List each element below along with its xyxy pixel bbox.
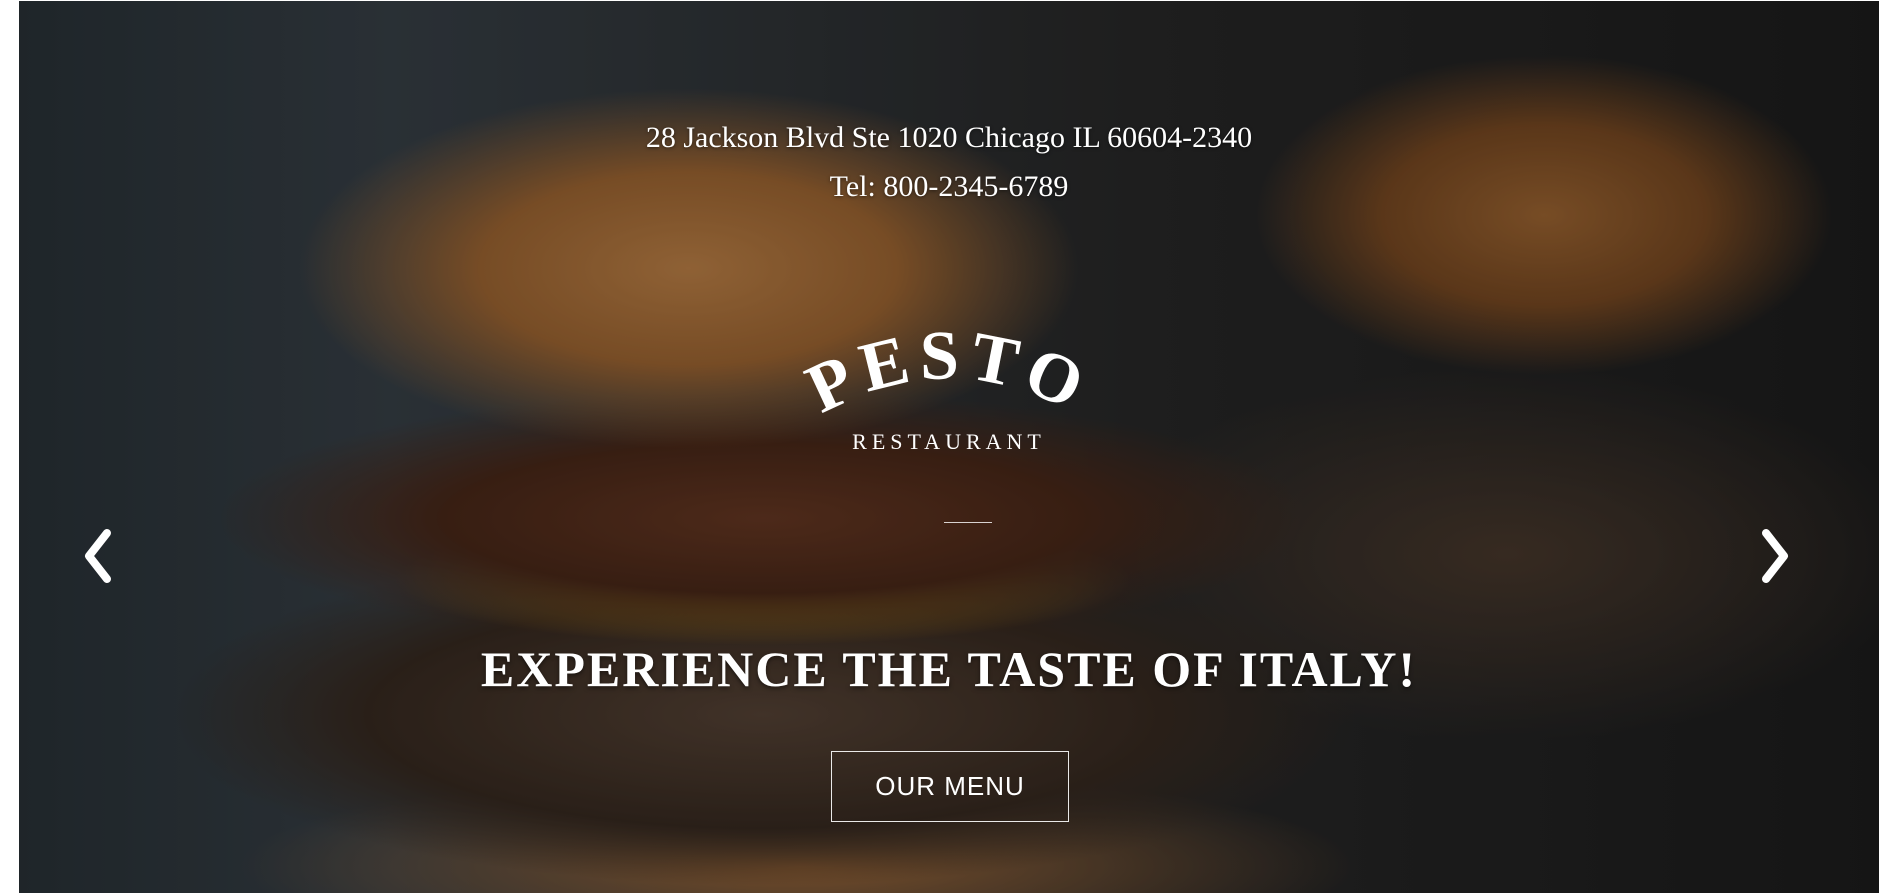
svg-text:PESTO: PESTO	[799, 317, 1099, 428]
divider-line	[944, 522, 992, 523]
logo-name: PESTO	[799, 317, 1094, 428]
restaurant-phone: Tel: 800-2345-6789	[829, 170, 1069, 203]
hero-tagline: EXPERIENCE THE TASTE OF ITALY!	[480, 641, 1418, 697]
chevron-right-icon	[1762, 529, 1788, 583]
chevron-left-icon	[85, 529, 111, 583]
previous-slide-button[interactable]	[71, 521, 131, 591]
restaurant-logo: PESTO RESTAURANT	[799, 316, 1099, 466]
logo-subtitle: RESTAURANT	[852, 429, 1046, 454]
hero-slider: 28 Jackson Blvd Ste 1020 Chicago IL 6060…	[19, 1, 1879, 893]
restaurant-address: 28 Jackson Blvd Ste 1020 Chicago IL 6060…	[645, 121, 1253, 154]
our-menu-button[interactable]: OUR MENU	[831, 751, 1069, 822]
hero-content: 28 Jackson Blvd Ste 1020 Chicago IL 6060…	[19, 1, 1879, 893]
next-slide-button[interactable]	[1742, 521, 1802, 591]
page: 28 Jackson Blvd Ste 1020 Chicago IL 6060…	[0, 0, 1898, 894]
